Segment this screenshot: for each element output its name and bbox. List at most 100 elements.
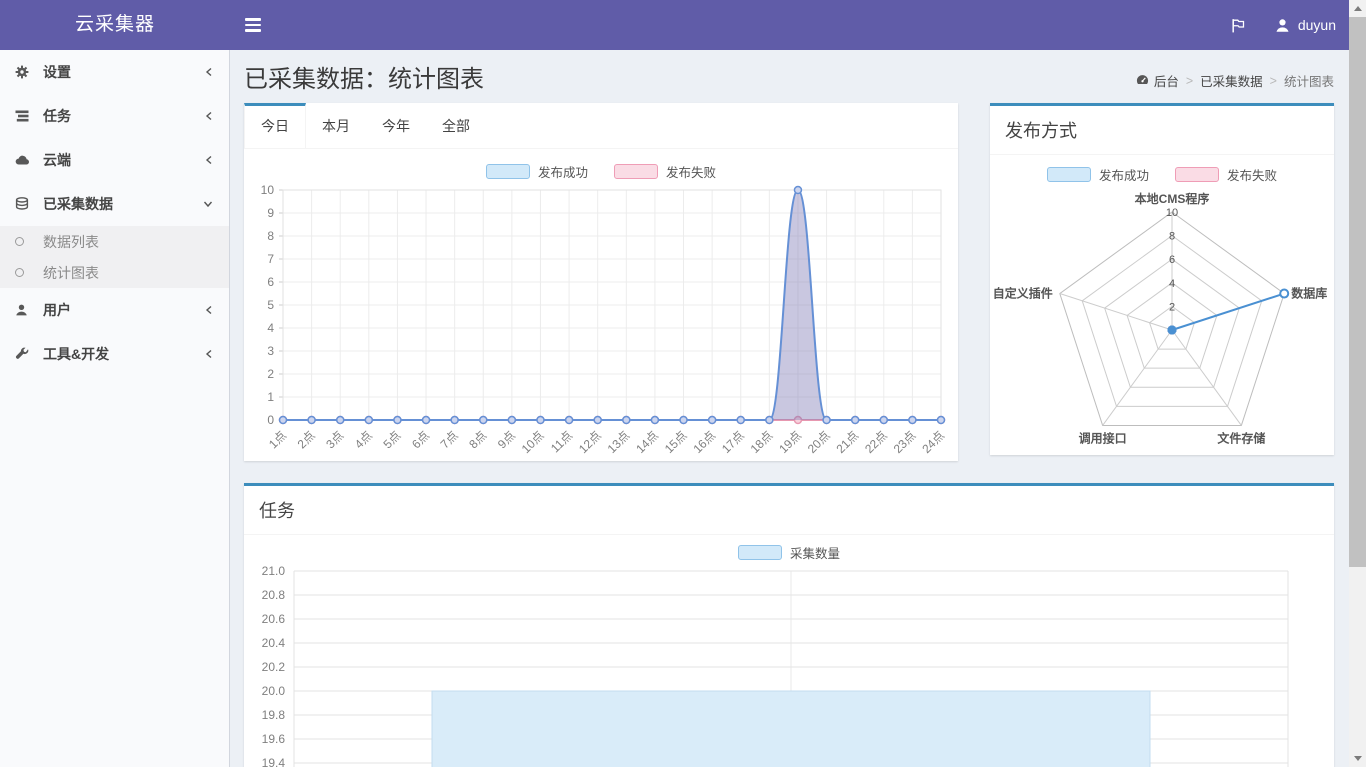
breadcrumb: 后台 > 已采集数据 > 统计图表: [1136, 71, 1334, 90]
svg-text:1点: 1点: [266, 428, 289, 451]
svg-text:3点: 3点: [323, 428, 346, 451]
line-chart-legend: 发布成功 发布失败: [244, 162, 958, 180]
scrollbar-down-arrow[interactable]: [1349, 750, 1366, 767]
svg-text:调用接口: 调用接口: [1079, 430, 1127, 445]
svg-text:4: 4: [267, 321, 274, 335]
database-icon: [15, 197, 43, 211]
svg-text:5: 5: [267, 298, 274, 312]
sidebar-item-label: 工具&开发: [43, 344, 109, 364]
publish-stats-panel: 今日 本月 今年 全部 发布成功发布失败 0123456789101点2点3点4…: [244, 103, 958, 461]
tab-this-month[interactable]: 本月: [306, 103, 366, 148]
svg-text:9: 9: [267, 206, 274, 220]
chevron-left-icon: [204, 304, 214, 316]
flag-icon: [1230, 17, 1247, 34]
hamburger-icon: [245, 18, 261, 20]
svg-text:21点: 21点: [833, 428, 861, 456]
brand-logo[interactable]: 云采集器: [0, 0, 230, 50]
legend-label: 发布失败: [1227, 165, 1277, 184]
legend-label: 采集数量: [790, 543, 840, 562]
circle-icon: [15, 268, 43, 277]
tab-this-year[interactable]: 今年: [366, 103, 426, 148]
svg-text:20点: 20点: [805, 428, 833, 456]
svg-text:24点: 24点: [919, 428, 947, 456]
svg-text:9点: 9点: [495, 428, 518, 451]
page-scrollbar[interactable]: [1349, 0, 1366, 767]
svg-text:17点: 17点: [719, 428, 747, 456]
svg-text:20.0: 20.0: [262, 684, 286, 698]
legend-label: 发布失败: [666, 162, 716, 181]
svg-text:19.8: 19.8: [262, 708, 286, 722]
breadcrumb-separator: >: [1186, 74, 1193, 88]
svg-text:数据库: 数据库: [1291, 286, 1327, 301]
sidebar-subitem-label: 数据列表: [43, 232, 99, 252]
svg-text:6点: 6点: [409, 428, 432, 451]
user-menu[interactable]: duyun: [1275, 0, 1336, 50]
legend-swatch: [1047, 167, 1091, 182]
legend-label: 发布成功: [1099, 165, 1149, 184]
legend-label: 发布成功: [538, 162, 588, 181]
legend-item[interactable]: 发布成功: [486, 162, 588, 181]
breadcrumb-home-label: 后台: [1154, 71, 1179, 90]
svg-text:11点: 11点: [548, 428, 575, 455]
sidebar-toggle-button[interactable]: [230, 0, 276, 50]
legend-swatch: [738, 545, 782, 560]
svg-text:1: 1: [267, 390, 274, 404]
legend-swatch: [1175, 167, 1219, 182]
navbar-right: duyun: [1230, 0, 1336, 50]
username: duyun: [1298, 17, 1336, 33]
svg-text:16点: 16点: [690, 428, 718, 456]
sidebar-item-stats-chart[interactable]: 统计图表: [0, 257, 229, 288]
dashboard-icon: [1136, 74, 1149, 87]
scrollbar-up-arrow[interactable]: [1349, 0, 1366, 17]
cloud-icon: [15, 153, 43, 167]
svg-text:文件存储: 文件存储: [1217, 430, 1265, 445]
legend-swatch: [614, 164, 658, 179]
breadcrumb-home-link[interactable]: 后台: [1136, 71, 1179, 90]
svg-text:21.0: 21.0: [262, 564, 286, 578]
svg-text:6: 6: [1169, 254, 1175, 266]
chevron-left-icon: [204, 66, 214, 78]
svg-text:20.2: 20.2: [262, 660, 286, 674]
svg-text:3: 3: [267, 344, 274, 358]
gear-icon: [15, 65, 43, 79]
svg-text:20.8: 20.8: [262, 588, 286, 602]
svg-text:18点: 18点: [748, 428, 776, 456]
breadcrumb-section-link[interactable]: 已采集数据: [1200, 71, 1263, 90]
breadcrumb-separator: >: [1270, 74, 1277, 88]
flag-button[interactable]: [1230, 0, 1247, 50]
sidebar-item-users[interactable]: 用户: [0, 288, 229, 332]
sidebar-item-collected-data[interactable]: 已采集数据: [0, 182, 229, 226]
sidebar-item-data-list[interactable]: 数据列表: [0, 226, 229, 257]
user-icon: [15, 303, 43, 317]
sidebar-item-tasks[interactable]: 任务: [0, 94, 229, 138]
legend-item[interactable]: 发布失败: [614, 162, 716, 181]
bar-chart: 21.020.820.620.420.220.019.819.619.419.2: [244, 563, 1334, 767]
sidebar-item-settings[interactable]: 设置: [0, 50, 229, 94]
scrollbar-thumb[interactable]: [1349, 17, 1366, 567]
tab-all[interactable]: 全部: [426, 103, 486, 148]
radar-chart: 246810本地CMS程序数据库文件存储调用接口自定义插件: [990, 187, 1334, 459]
svg-text:22点: 22点: [862, 428, 890, 456]
svg-text:6: 6: [267, 275, 274, 289]
legend-item[interactable]: 采集数量: [738, 543, 840, 562]
publish-method-panel: 发布方式 发布成功发布失败 246810本地CMS程序数据库文件存储调用接口自定…: [990, 103, 1334, 455]
svg-text:4点: 4点: [352, 428, 375, 451]
legend-item[interactable]: 发布失败: [1175, 165, 1277, 184]
legend-swatch: [486, 164, 530, 179]
svg-text:19点: 19点: [776, 428, 804, 456]
sidebar-item-label: 用户: [43, 300, 71, 320]
svg-text:7点: 7点: [438, 428, 461, 451]
sidebar-item-cloud[interactable]: 云端: [0, 138, 229, 182]
svg-text:8: 8: [1169, 231, 1175, 243]
svg-text:7: 7: [267, 252, 274, 266]
svg-text:10: 10: [261, 184, 275, 197]
svg-text:10: 10: [1166, 207, 1178, 219]
sidebar-item-tools-dev[interactable]: 工具&开发: [0, 332, 229, 376]
legend-item[interactable]: 发布成功: [1047, 165, 1149, 184]
svg-text:15点: 15点: [662, 428, 690, 456]
sidebar-item-label: 设置: [43, 62, 71, 82]
tab-today[interactable]: 今日: [244, 103, 306, 148]
panel-title: 任务: [244, 486, 1334, 535]
svg-text:13点: 13点: [605, 428, 633, 456]
sidebar-item-label: 已采集数据: [43, 194, 113, 214]
